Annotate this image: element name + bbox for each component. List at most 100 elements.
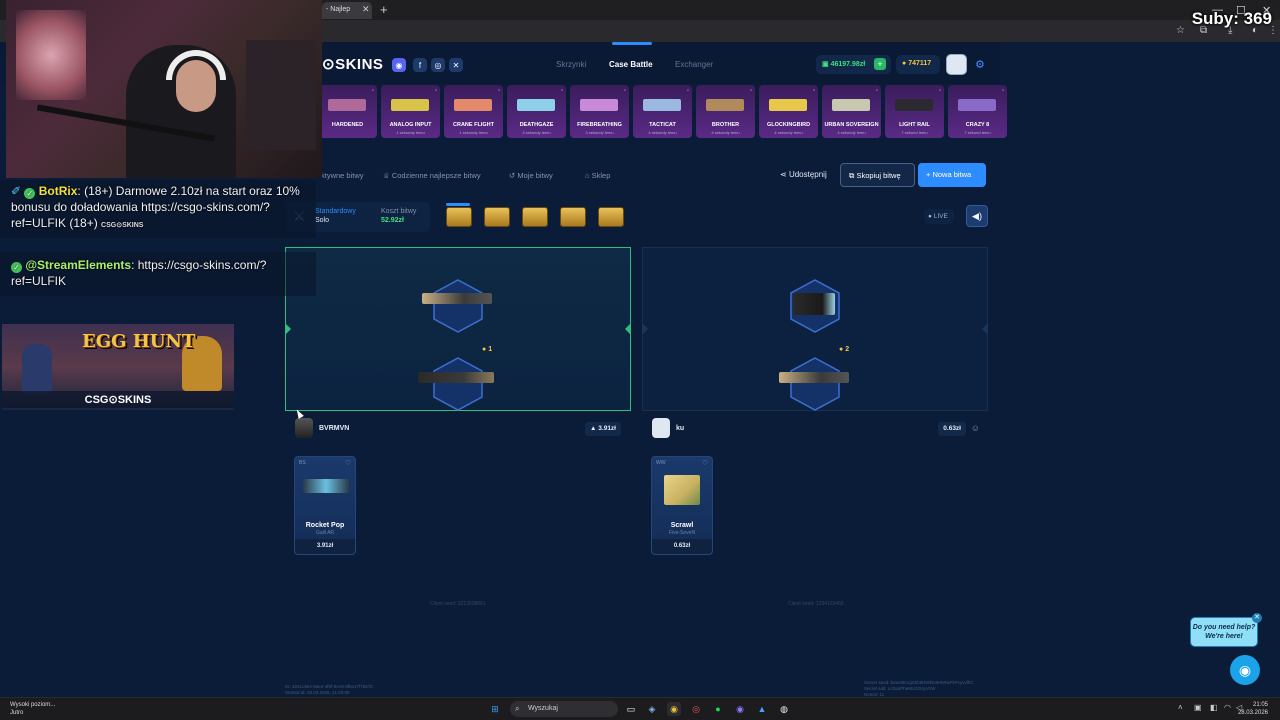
steam-icon[interactable]: ◈ — [645, 702, 659, 716]
drop-name: DEATHGAZE — [519, 122, 554, 128]
task-view-icon[interactable]: ▭ — [624, 702, 638, 716]
instagram-icon[interactable]: ◎ — [431, 58, 445, 72]
cost-label: Koszt bitwy — [381, 208, 417, 215]
discord-icon[interactable]: ◉ — [392, 58, 406, 72]
nav-skrzynki[interactable]: Skrzynki — [556, 60, 586, 69]
site-logo[interactable]: ⊙SKINS — [322, 55, 383, 73]
windows-start-icon[interactable]: ⊞ — [488, 702, 502, 716]
player-row: ku 0.63zł ☺ — [642, 418, 988, 440]
help-bubble[interactable]: Do you need help? We're here! — [1190, 617, 1258, 647]
mode-value: Solo — [315, 217, 330, 224]
item-wear: BS — [299, 460, 306, 466]
gear-icon[interactable]: ⚙ — [975, 58, 985, 71]
drop-name: GLOCKINGBIRD — [766, 122, 811, 128]
won-item-card[interactable]: BS ♡ Rocket Pop Galil AR 3.91zł — [294, 456, 356, 555]
battle-case[interactable] — [522, 207, 548, 227]
bookmark-star-icon[interactable]: ☆ — [1176, 25, 1185, 36]
live-badge: ● LIVE — [924, 209, 954, 224]
live-drop-card[interactable]: ▫ BROTHER 4 sekundy temu — [696, 85, 755, 138]
battle-case[interactable] — [560, 207, 586, 227]
hex-slot — [789, 356, 841, 412]
player-name[interactable]: BVRMVN — [319, 425, 349, 432]
tray-icon[interactable]: ▣ — [1194, 703, 1202, 712]
copy-battle-label: Skopiuj bitwę — [856, 171, 901, 180]
live-drop-card[interactable]: ▫ FIREBREATHING 3 sekundy temu — [570, 85, 629, 138]
drop-info-icon: ▫ — [497, 88, 500, 94]
item-name: Scrawl — [670, 522, 694, 529]
drop-info-icon: ▫ — [560, 88, 563, 94]
drop-info-icon: ▫ — [371, 88, 374, 94]
round-counter: ● 2 — [839, 346, 849, 353]
drop-weapon-image — [517, 99, 555, 111]
obs-icon[interactable]: ◍ — [777, 702, 791, 716]
heart-icon[interactable]: ♡ — [345, 459, 351, 467]
wallet-icon: ▣ — [822, 61, 831, 68]
share-button[interactable]: ⋖ Udostępnij — [780, 170, 827, 179]
battle-case[interactable] — [484, 207, 510, 227]
live-drop-card[interactable]: ▫ HARDENED — [318, 85, 377, 138]
share-icon: ⋖ — [780, 170, 789, 179]
player-avatar[interactable] — [295, 418, 313, 438]
drop-time: 1 sekundę temu — [396, 130, 425, 135]
chevron-up-icon[interactable]: ˄ — [1178, 703, 1183, 712]
deposit-button[interactable]: + — [874, 58, 886, 70]
sound-toggle-icon[interactable]: ◀) — [966, 205, 988, 227]
taskbar-clock[interactable]: 21:05 28.03.2026 — [1238, 701, 1268, 717]
round-counter: ● 1 — [482, 346, 492, 353]
cost-value: 52.92zł — [381, 217, 404, 224]
battle-case[interactable] — [446, 207, 472, 227]
app-icon[interactable]: ▲ — [755, 702, 769, 716]
nav-case-battle[interactable]: Case Battle — [609, 60, 653, 69]
taskbar-notification[interactable]: Wysoki poziom... Jutro — [10, 701, 55, 717]
new-tab-button[interactable]: + — [380, 2, 388, 17]
app-icon[interactable]: ◎ — [689, 702, 703, 716]
hex-slot — [432, 356, 484, 412]
spotify-icon[interactable]: ● — [711, 702, 725, 716]
live-drop-card[interactable]: ▫ ANALOG INPUT 1 sekundę temu — [381, 85, 440, 138]
tab-daily-best[interactable]: ♕ Codzienne najlepsze bitwy — [383, 171, 481, 180]
drop-time: 1 sekundę temu — [459, 130, 488, 135]
battle-case[interactable] — [598, 207, 624, 227]
live-drop-card[interactable]: ▫ CRAZY 8 7 sekund temu — [948, 85, 1007, 138]
drop-name: CRAZY 8 — [965, 122, 990, 128]
discord-taskbar-icon[interactable]: ◉ — [733, 702, 747, 716]
new-battle-button[interactable]: + Nowa bitwa — [918, 163, 986, 187]
tab-close-icon[interactable]: ✕ — [362, 4, 370, 15]
live-drop-card[interactable]: ▫ LIGHT RAIL 7 sekund temu — [885, 85, 944, 138]
drop-info-icon: ▫ — [749, 88, 752, 94]
facebook-icon[interactable]: f — [413, 58, 427, 72]
item-wear: WW — [656, 460, 666, 466]
chat-support-icon[interactable]: ◉ — [1230, 655, 1260, 685]
arena-player-2: ● 2 — [642, 247, 988, 411]
round-number: 1 — [488, 346, 493, 353]
live-drop-card[interactable]: ▫ URBAN SOVEREIGN 4 sekundy temu — [822, 85, 881, 138]
tab-active-battles[interactable]: Aktywne bitwy — [316, 171, 364, 180]
close-icon[interactable]: ✕ — [1252, 613, 1262, 623]
tray-icon[interactable]: ◧ — [1210, 703, 1218, 712]
wifi-icon[interactable]: ◠ — [1224, 703, 1231, 712]
player-name[interactable]: ku — [676, 425, 684, 432]
won-item-card[interactable]: WW ♡ Scrawl Five-SeveN 0.63zł — [651, 456, 713, 555]
tab-shop[interactable]: ⌂ Sklep — [585, 171, 610, 180]
heart-icon[interactable]: ♡ — [702, 459, 708, 467]
live-drop-card[interactable]: ▫ TACTICAT 4 sekundy temu — [633, 85, 692, 138]
taskbar-search[interactable]: ⌕ Wyszukaj — [510, 701, 618, 717]
nav-exchanger[interactable]: Exchanger — [675, 60, 713, 69]
drop-weapon-image — [643, 99, 681, 111]
live-drop-card[interactable]: ▫ DEATHGAZE 3 sekundy temu — [507, 85, 566, 138]
live-drop-card[interactable]: ▫ CRANE FLIGHT 1 sekundę temu — [444, 85, 503, 138]
smiley-icon[interactable]: ☺ — [971, 423, 980, 433]
chrome-icon[interactable]: ◉ — [667, 702, 681, 716]
user-avatar[interactable] — [946, 54, 967, 75]
x-icon[interactable]: ✕ — [449, 58, 463, 72]
player-avatar[interactable] — [652, 418, 670, 438]
banner-title: EGG HUNT — [82, 331, 196, 352]
rolled-weapon-image — [793, 293, 835, 315]
sword-badge-icon: ✐ — [11, 184, 22, 198]
tab-my-battles[interactable]: ↺ Moje bitwy — [509, 171, 553, 180]
copy-battle-button[interactable]: ⧉ Skopiuj bitwę — [840, 163, 915, 187]
coins-display[interactable]: ● 747117 — [896, 55, 940, 74]
player-total: ▲ 3.91zł — [585, 422, 621, 436]
live-drop-card[interactable]: ▫ GLOCKINGBIRD 4 sekundy temu — [759, 85, 818, 138]
drop-time: 4 sekundy temu — [711, 130, 740, 135]
